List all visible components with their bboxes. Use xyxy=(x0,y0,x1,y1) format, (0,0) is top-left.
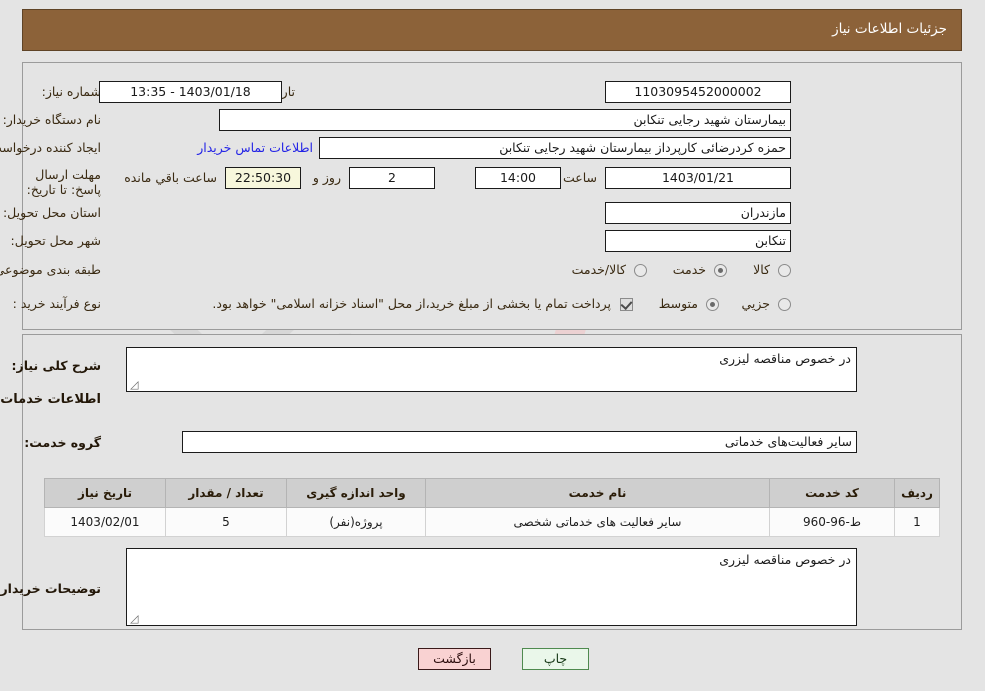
checkbox-treasury-bonds[interactable] xyxy=(620,298,633,311)
cell-row: 1 xyxy=(894,507,940,537)
services-table: ردیف کد خدمت نام خدمت واحد اندازه گیری ت… xyxy=(44,478,940,537)
radio-category-kala-khedmat[interactable] xyxy=(634,264,647,277)
service-group-value: سایر فعالیت‌های خدماتی xyxy=(182,431,857,453)
announce-datetime-value: 1403/01/18 - 13:35 xyxy=(99,81,282,103)
cell-unit: پروژه(نفر) xyxy=(286,507,426,537)
cell-quantity: 5 xyxy=(165,507,287,537)
need-number-label: شماره نیاز: xyxy=(41,84,101,99)
remaining-days-value: 2 xyxy=(349,167,435,189)
deadline-time-value: 14:00 xyxy=(475,167,561,189)
th-need-date: تاریخ نیاز xyxy=(44,478,166,508)
services-section-heading: اطلاعات خدمات مورد نیاز xyxy=(0,392,101,407)
table-row: 1 ط-96-960 سایر فعالیت های خدماتی شخصی پ… xyxy=(44,507,940,537)
radio-purchase-jozii[interactable] xyxy=(778,298,791,311)
need-number-value: 1103095452000002 xyxy=(605,81,791,103)
th-service-code: کد خدمت xyxy=(769,478,895,508)
cell-need-date: 1403/02/01 xyxy=(44,507,166,537)
print-button[interactable]: چاپ xyxy=(522,648,589,670)
th-unit: واحد اندازه گیری xyxy=(286,478,426,508)
delivery-province-value: مازندران xyxy=(605,202,791,224)
buyer-org-label: نام دستگاه خریدار: xyxy=(2,112,101,127)
treasury-bonds-note: پرداخت تمام یا بخشی از مبلغ خرید،از محل … xyxy=(212,296,611,311)
page-header: جزئیات اطلاعات نیاز xyxy=(22,9,962,51)
general-need-value: در خصوص مناقصه لیزری xyxy=(719,351,851,366)
deadline-hour-label: ساعت xyxy=(562,170,597,185)
radio-purchase-jozii-label: جزیي xyxy=(741,296,770,311)
general-need-textarea[interactable]: در خصوص مناقصه لیزری ◺ xyxy=(126,347,857,392)
buyer-notes-label: توضیحات خریدار: xyxy=(0,581,101,596)
page-root: V AriaTender .net جزئیات اطلاعات نیاز شم… xyxy=(0,0,985,691)
radio-category-kala-label: کالا xyxy=(753,262,770,277)
radio-category-khedmat[interactable] xyxy=(714,264,727,277)
buyer-notes-value: در خصوص مناقصه لیزری xyxy=(719,552,851,567)
back-button[interactable]: بازگشت xyxy=(418,648,491,670)
delivery-city-value: تنکابن xyxy=(605,230,791,252)
radio-purchase-motavaset[interactable] xyxy=(706,298,719,311)
delivery-city-label: شهر محل تحویل: xyxy=(10,233,101,248)
subject-category-label: طبقه بندی موضوعی: xyxy=(0,262,101,277)
th-service-name: نام خدمت xyxy=(425,478,770,508)
radio-category-kala-khedmat-label: کالا/خدمت xyxy=(571,262,626,277)
service-group-label: گروه خدمت: xyxy=(24,435,101,450)
countdown-timer-value: 22:50:30 xyxy=(225,167,301,189)
resize-grip-icon-2[interactable]: ◺ xyxy=(130,612,140,625)
radio-category-khedmat-label: خدمت xyxy=(672,262,706,277)
page-title: جزئیات اطلاعات نیاز xyxy=(832,21,947,37)
delivery-province-label: استان محل تحویل: xyxy=(2,205,101,220)
general-need-label: شرح کلی نیاز: xyxy=(11,358,101,373)
resize-grip-icon[interactable]: ◺ xyxy=(130,378,140,391)
deadline-date-value: 1403/01/21 xyxy=(605,167,791,189)
radio-purchase-motavaset-label: متوسط xyxy=(658,296,698,311)
th-quantity: تعداد / مقدار xyxy=(165,478,287,508)
buyer-org-value: بیمارستان شهید رجایی تنکابن xyxy=(219,109,791,131)
radio-category-kala[interactable] xyxy=(778,264,791,277)
countdown-timer-label: ساعت باقي مانده xyxy=(124,170,217,185)
cell-service-name: سایر فعالیت های خدماتی شخصی xyxy=(425,507,770,537)
request-creator-label: ایجاد کننده درخواست: xyxy=(0,140,101,155)
table-header-row: ردیف کد خدمت نام خدمت واحد اندازه گیری ت… xyxy=(44,478,940,508)
remaining-days-label: روز و xyxy=(312,170,341,185)
buyer-notes-textarea[interactable]: در خصوص مناقصه لیزری ◺ xyxy=(126,548,857,626)
th-row: ردیف xyxy=(894,478,940,508)
cell-service-code: ط-96-960 xyxy=(769,507,895,537)
request-creator-value: حمزه کردرضائی کارپرداز بیمارستان شهید رج… xyxy=(319,137,791,159)
purchase-process-label: نوع فرآیند خرید : xyxy=(12,296,101,311)
buyer-contact-link[interactable]: اطلاعات تماس خریدار xyxy=(197,140,313,155)
response-deadline-label: مهلت ارسال پاسخ: تا تاریخ: xyxy=(26,167,101,197)
